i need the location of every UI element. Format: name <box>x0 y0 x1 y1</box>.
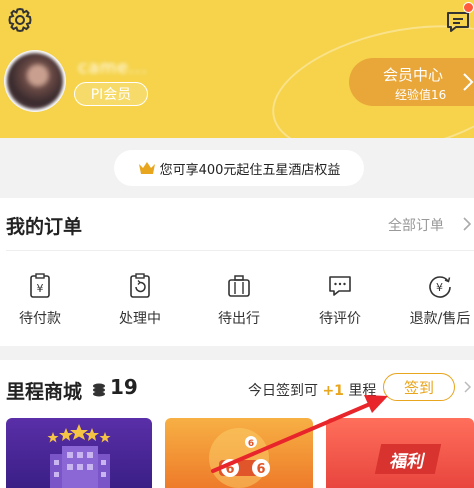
orders-title: 我的订单 <box>6 216 83 238</box>
sign-in-reward-text: 今日签到可 +1 里程 <box>248 380 376 400</box>
mall-title: 里程商城 <box>6 381 83 403</box>
sign-plus: +1 <box>322 383 344 399</box>
refund-icon: ¥ <box>429 276 451 298</box>
order-item-label: 退款/售后 <box>409 311 471 327</box>
processing-icon <box>130 273 150 298</box>
coins-icon <box>93 383 105 397</box>
mileage-points: 19 <box>110 375 138 399</box>
order-item-label: 待出行 <box>218 311 260 327</box>
member-center-title: 会员中心 <box>383 66 444 84</box>
order-item-label: 待付款 <box>19 311 61 327</box>
svg-text:6: 6 <box>256 462 265 477</box>
luggage-icon <box>228 275 250 297</box>
chevron-right-icon[interactable] <box>463 380 472 394</box>
notification-dot <box>463 2 474 13</box>
svg-text:6: 6 <box>248 439 254 449</box>
experience-value: 经验值16 <box>395 88 447 102</box>
sign-suffix: 里程 <box>348 383 377 399</box>
order-item-label: 待评价 <box>319 311 361 327</box>
crown-icon <box>138 162 155 174</box>
gear-icon[interactable] <box>6 6 34 34</box>
chevron-right-icon[interactable] <box>462 216 472 232</box>
my-orders-card: 我的订单 全部订单 ¥ 待付款 处理中 待出行 待评价 ¥ 退款/售后 <box>0 198 474 346</box>
profile-header: came... PI会员 会员中心 经验值16 <box>0 0 474 138</box>
svg-text:¥: ¥ <box>436 281 443 294</box>
username: came... <box>78 58 148 78</box>
welfare-label: 福利 <box>374 444 442 474</box>
order-pending-payment[interactable]: ¥ 待付款 <box>0 272 80 332</box>
divider <box>6 250 474 251</box>
wallet-icon: ¥ <box>30 273 50 298</box>
all-orders-link[interactable]: 全部订单 <box>388 215 444 235</box>
sign-in-button[interactable]: 签到 <box>383 373 455 401</box>
chevron-right-icon <box>463 73 474 91</box>
sign-prefix: 今日签到可 <box>248 383 318 399</box>
mall-tile-welfare[interactable]: 福利 <box>326 418 474 488</box>
avatar[interactable] <box>4 50 66 112</box>
member-badge[interactable]: PI会员 <box>74 82 148 106</box>
order-processing[interactable]: 处理中 <box>100 272 180 332</box>
order-upcoming-trip[interactable]: 待出行 <box>199 272 279 332</box>
order-refund-aftersales[interactable]: ¥ 退款/售后 <box>400 272 474 332</box>
member-center-button[interactable]: 会员中心 经验值16 <box>349 58 474 106</box>
order-to-review[interactable]: 待评价 <box>300 272 380 332</box>
prize-balls-graphic: 6 6 6 <box>209 428 270 488</box>
hotel-stars-graphic <box>47 424 111 488</box>
svg-text:¥: ¥ <box>37 282 44 295</box>
svg-text:6: 6 <box>225 462 234 477</box>
mall-tile-prize[interactable]: 6 6 6 <box>165 418 313 488</box>
hotel-benefit-banner[interactable]: 您可享400元起住五星酒店权益 <box>114 150 364 186</box>
comment-icon <box>329 276 351 296</box>
mileage-mall-card: 里程商城 19 今日签到可 +1 里程 签到 6 6 6 福利 <box>0 360 474 488</box>
mall-tile-hotel[interactable] <box>6 418 152 488</box>
order-item-label: 处理中 <box>119 311 161 327</box>
hotel-benefit-text: 您可享400元起住五星酒店权益 <box>159 162 341 178</box>
